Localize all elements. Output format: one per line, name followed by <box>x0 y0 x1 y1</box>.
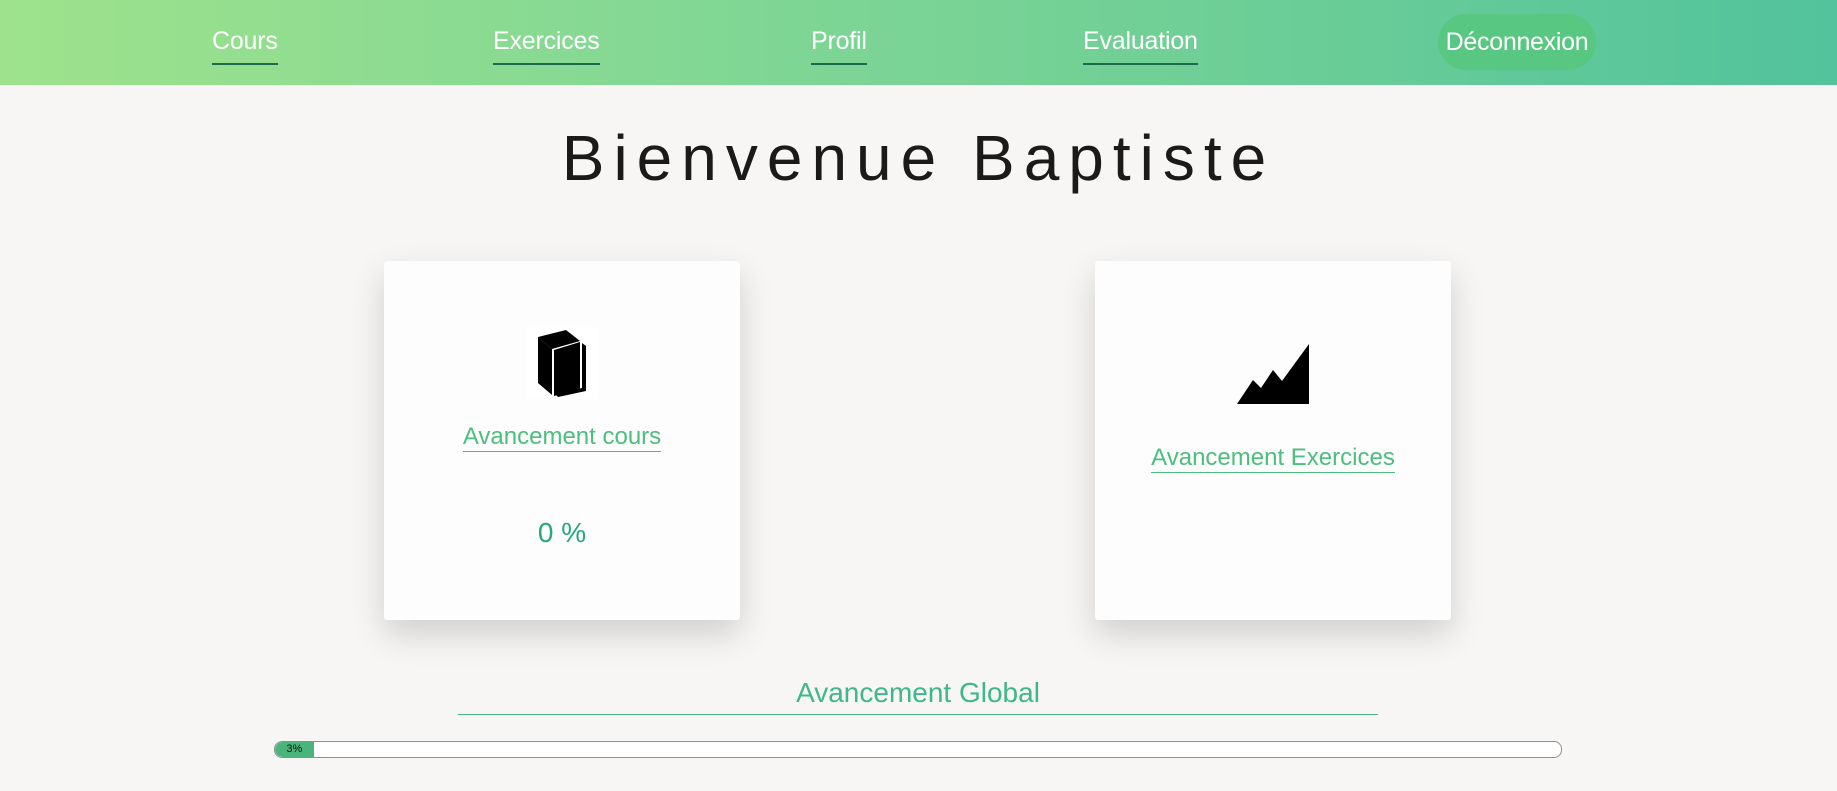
exercise-progress-card: Avancement Exercices <box>1095 261 1451 620</box>
global-progress-fill: 3% <box>275 742 314 757</box>
chart-area-icon <box>1237 344 1309 404</box>
exercise-progress-link-label[interactable]: Avancement Exercices <box>1151 444 1395 473</box>
course-progress-link-label[interactable]: Avancement cours <box>462 423 662 452</box>
exercise-progress-link[interactable]: Avancement Exercices <box>1095 444 1451 473</box>
top-navigation-bar: Cours Exercices Profil Evaluation Déconn… <box>0 0 1837 85</box>
nav-link-exercices[interactable]: Exercices <box>493 24 600 65</box>
global-progress-label: 3% <box>286 743 303 755</box>
global-progress-title: Avancement Global <box>458 674 1378 715</box>
nav-link-profil[interactable]: Profil <box>811 24 867 65</box>
page-title: Bienvenue Baptiste <box>561 122 1276 194</box>
nav-link-evaluation[interactable]: Evaluation <box>1083 24 1198 65</box>
nav-link-cours[interactable]: Cours <box>212 24 278 65</box>
global-progress-bar: 3% <box>274 741 1562 758</box>
course-progress-value: 0 % <box>537 517 587 548</box>
book-icon <box>526 327 598 399</box>
course-progress-card: Avancement cours 0 % <box>384 261 740 620</box>
logout-button[interactable]: Déconnexion <box>1438 14 1596 70</box>
course-progress-link[interactable]: Avancement cours <box>384 423 740 452</box>
